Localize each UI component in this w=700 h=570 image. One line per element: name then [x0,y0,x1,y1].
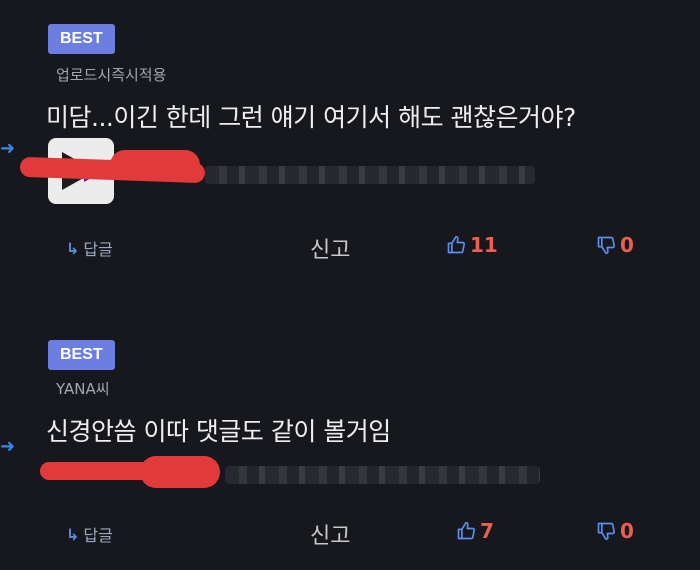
comment-item: BEST 업로드시즉시적용 미담...이긴 한데 그런 얘기 여기서 해도 괜찮… [0,0,700,300]
comment-author[interactable]: 업로드시즉시적용 [56,64,166,85]
reply-button[interactable]: ↳ 답글 [66,236,113,260]
best-badge: BEST [48,340,115,370]
dislike-button[interactable]: 0 [596,519,634,543]
like-count: 7 [480,519,494,543]
reply-arrow-icon: ↳ [66,524,80,544]
best-badge: BEST [48,24,115,54]
comment-text: 미담...이긴 한데 그런 얘기 여기서 해도 괜찮은거야? [46,103,576,132]
blurred-link-text [225,466,540,484]
reply-label: 답글 [83,526,113,545]
reply-label: 답글 [83,240,113,259]
thumbs-down-icon [597,522,616,541]
comment-item: BEST YANA씨 신경안씀 이따 댓글도 같이 볼거임 ➜ ↳ 답글 신고 … [0,320,700,570]
like-button[interactable]: 7 [456,519,494,543]
thumbs-down-icon [597,236,616,255]
redaction-mark [110,150,200,180]
report-button[interactable]: 신고 [310,232,350,264]
comment-text: 신경안씀 이따 댓글도 같이 볼거임 [46,417,391,446]
redaction-mark [140,456,220,488]
dislike-count: 0 [620,233,634,257]
thumbs-up-icon [457,521,476,540]
dislike-button[interactable]: 0 [596,233,634,257]
dislike-count: 0 [620,519,634,543]
right-arrow-icon: ➜ [0,436,16,457]
reply-button[interactable]: ↳ 답글 [66,522,113,546]
like-button[interactable]: 11 [446,233,498,257]
blurred-link-text [205,166,535,184]
reply-arrow-icon: ↳ [66,238,80,258]
like-count: 11 [470,233,498,257]
right-arrow-icon: ➜ [0,138,16,159]
report-button[interactable]: 신고 [310,518,350,550]
comment-author[interactable]: YANA씨 [56,378,110,399]
thumbs-up-icon [447,235,466,254]
